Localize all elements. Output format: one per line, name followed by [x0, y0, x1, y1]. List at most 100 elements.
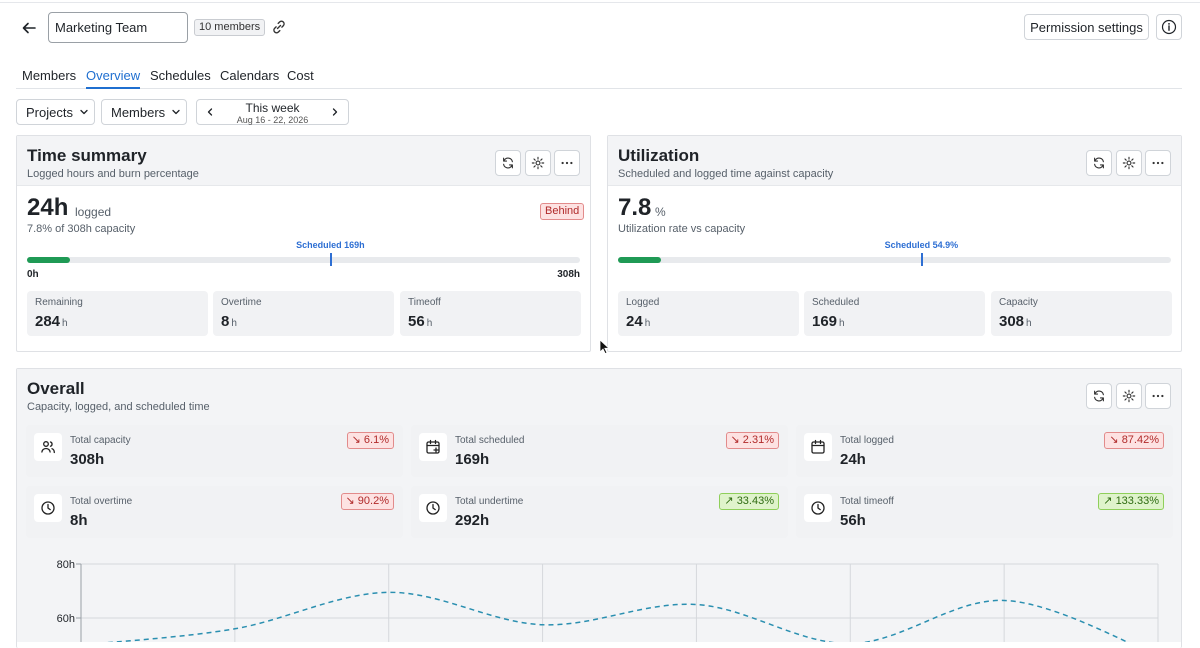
- team-name-input[interactable]: [48, 12, 188, 43]
- permission-settings-button[interactable]: Permission settings: [1024, 14, 1149, 40]
- metric-total-logged: Total logged 24h ↘ 87.42%: [796, 425, 1173, 477]
- metric-total-timeoff: Total timeoff 56h ↗ 133.33%: [796, 486, 1173, 538]
- clock-icon: [419, 494, 447, 522]
- trend-badge: ↘ 90.2%: [340, 493, 394, 510]
- series-line: [106, 591, 1129, 642]
- metric-total-capacity: Total capacity 308h ↘ 6.1%: [26, 425, 403, 477]
- utilization-percent-suffix: %: [655, 205, 666, 219]
- stat-value: 308 h: [999, 313, 1032, 330]
- refresh-icon[interactable]: [1086, 383, 1112, 409]
- utilization-progress-fill: [618, 257, 661, 263]
- stat-scheduled: Scheduled 169 h: [804, 291, 985, 336]
- metric-value: 24h: [840, 451, 866, 468]
- metric-total-overtime: Total overtime 8h ↘ 90.2%: [26, 486, 403, 538]
- stat-label: Scheduled: [812, 297, 860, 308]
- users-icon: [34, 433, 62, 461]
- more-icon[interactable]: [1145, 383, 1171, 409]
- metric-label: Total overtime: [70, 496, 133, 507]
- clock-icon: [34, 494, 62, 522]
- metric-value: 292h: [455, 512, 490, 529]
- stat-remaining: Remaining 284 h: [27, 291, 208, 336]
- logged-suffix: logged: [75, 205, 112, 219]
- members-filter[interactable]: Members: [101, 99, 187, 125]
- tab-calendars[interactable]: Calendars: [220, 68, 279, 89]
- utilization-subtitle: Scheduled and logged time against capaci…: [618, 168, 834, 180]
- chevron-right-icon[interactable]: [327, 104, 343, 120]
- metric-label: Total timeoff: [840, 496, 894, 507]
- stat-value: 56 h: [408, 313, 433, 330]
- stat-value: 169 h: [812, 313, 845, 330]
- chart-svg: 80h 60h: [57, 559, 1159, 642]
- stat-value: 8h: [221, 313, 237, 330]
- back-arrow-icon[interactable]: [18, 17, 40, 39]
- time-summary-panel: Time summary Logged hours and burn perce…: [16, 135, 591, 352]
- trend-badge: ↗ 33.43%: [719, 493, 779, 510]
- metric-total-undertime: Total undertime 292h ↗ 33.43%: [411, 486, 788, 538]
- more-icon[interactable]: [554, 150, 580, 176]
- utilization-header: Utilization Scheduled and logged time ag…: [608, 136, 1181, 186]
- metric-label: Total capacity: [70, 435, 131, 446]
- page-header: 10 members Permission settings: [0, 3, 1200, 51]
- stat-label: Logged: [626, 297, 660, 308]
- chevron-down-icon: [79, 107, 89, 117]
- members-count-badge: 10 members: [194, 19, 266, 36]
- stat-timeoff: Timeoff 56 h: [400, 291, 581, 336]
- metric-label: Total scheduled: [455, 435, 525, 446]
- y-tick-label: 60h: [57, 613, 75, 625]
- metric-total-scheduled: Total scheduled 169h ↘ 2.31%: [411, 425, 788, 477]
- members-filter-label: Members: [111, 104, 166, 120]
- gear-icon[interactable]: [1116, 383, 1142, 409]
- utilization-panel: Utilization Scheduled and logged time ag…: [607, 135, 1182, 352]
- trend-badge: ↗ 133.33%: [1098, 493, 1164, 510]
- tab-members[interactable]: Members: [22, 68, 76, 89]
- metric-value: 169h: [455, 451, 490, 468]
- logged-hours-value: 24h: [27, 194, 69, 221]
- overall-title: Overall: [27, 379, 85, 398]
- stat-value: 284 h: [35, 313, 68, 330]
- tab-overview[interactable]: Overview: [86, 68, 141, 89]
- more-icon[interactable]: [1145, 150, 1171, 176]
- scheduled-marker: [329, 253, 332, 266]
- gear-icon[interactable]: [525, 150, 551, 176]
- scheduled-marker-label: Scheduled 54.9%: [884, 240, 959, 250]
- chevron-down-icon: [171, 107, 181, 117]
- mouse-cursor-icon: [599, 339, 611, 355]
- overall-header: Overall Capacity, logged, and scheduled …: [17, 369, 1181, 417]
- refresh-icon[interactable]: [1086, 150, 1112, 176]
- overall-line-chart: 80h 60h: [17, 548, 1181, 642]
- stat-label: Remaining: [35, 297, 83, 308]
- stat-label: Capacity: [999, 297, 1038, 308]
- scheduled-marker-label: Scheduled 169h: [296, 240, 365, 250]
- tab-cost[interactable]: Cost: [287, 68, 314, 89]
- refresh-icon[interactable]: [495, 150, 521, 176]
- trend-badge: ↘ 2.31%: [725, 432, 779, 449]
- projects-filter[interactable]: Projects: [16, 99, 95, 125]
- info-icon[interactable]: [1156, 14, 1182, 40]
- axis-max-label: 308h: [557, 269, 580, 280]
- burn-progress-fill: [27, 257, 70, 263]
- metric-value: 8h: [70, 512, 88, 529]
- utilization-rate-line: Utilization rate vs capacity: [618, 223, 746, 235]
- stat-logged: Logged 24 h: [618, 291, 799, 336]
- week-selector: This week Aug 16 - 22, 2026: [196, 99, 349, 125]
- link-icon[interactable]: [270, 18, 288, 36]
- utilization-title: Utilization: [618, 146, 700, 165]
- tab-bar: Members Overview Schedules Calendars Cos…: [16, 64, 1182, 89]
- trend-badge: ↘ 87.42%: [1104, 432, 1164, 449]
- metric-label: Total undertime: [455, 496, 524, 507]
- stat-label: Timeoff: [408, 297, 441, 308]
- stat-value: 24 h: [626, 313, 651, 330]
- stat-capacity: Capacity 308 h: [991, 291, 1172, 336]
- stat-label: Overtime: [221, 297, 262, 308]
- clock-icon: [804, 494, 832, 522]
- week-title: This week: [245, 101, 300, 115]
- status-badge: Behind: [540, 203, 585, 220]
- trend-badge: ↘ 6.1%: [346, 432, 394, 449]
- y-tick-label: 80h: [57, 559, 75, 571]
- calendar-icon: [804, 433, 832, 461]
- time-summary-header: Time summary Logged hours and burn perce…: [17, 136, 590, 186]
- gear-icon[interactable]: [1116, 150, 1142, 176]
- metric-value: 56h: [840, 512, 866, 529]
- tab-schedules[interactable]: Schedules: [150, 68, 211, 89]
- stat-overtime: Overtime 8h: [213, 291, 394, 336]
